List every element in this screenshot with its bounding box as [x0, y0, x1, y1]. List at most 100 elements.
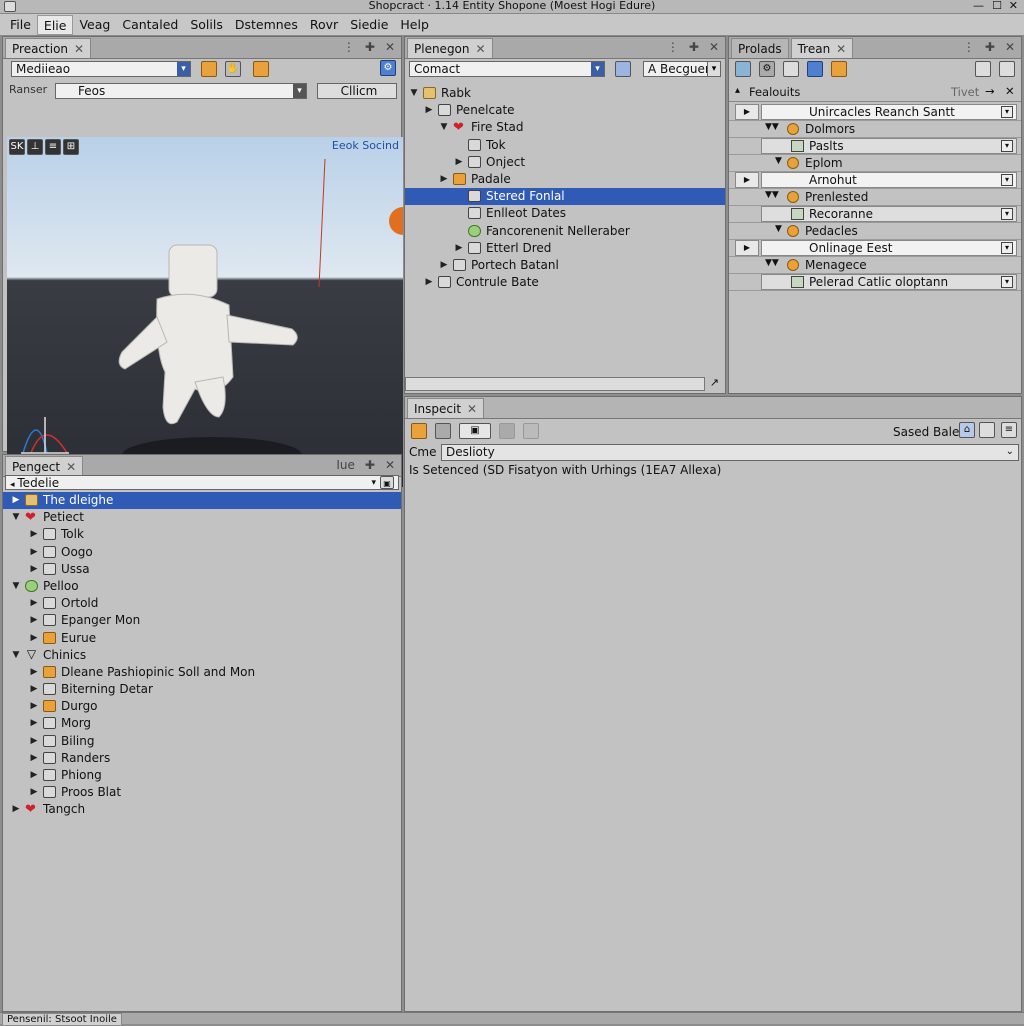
dropdown-icon[interactable]: ▾	[1001, 208, 1013, 220]
panel-menu-icon[interactable]: ⋮	[963, 40, 975, 54]
menu-file[interactable]: File	[4, 15, 37, 35]
chevron-down-icon[interactable]: ▼▼	[765, 190, 779, 200]
home-icon[interactable]: ⌂	[959, 422, 975, 438]
arrow-icon[interactable]: →	[985, 84, 995, 98]
property-row[interactable]: Paslts ▾	[729, 138, 1021, 155]
chevron-right-icon[interactable]: ▶	[439, 257, 449, 274]
chevron-right-icon[interactable]: ▶	[29, 526, 39, 543]
tree-row[interactable]: ▶ Ussa	[3, 561, 401, 578]
panel-close-icon[interactable]: ✕	[709, 40, 719, 54]
scene-search-input[interactable]: Mediieao ▾	[11, 61, 191, 77]
tab-plenegon[interactable]: Plenegon ✕	[407, 38, 493, 58]
tree-row[interactable]: ▼ ▽ Chinics	[3, 647, 401, 664]
chevron-right-icon[interactable]: ▶	[29, 681, 39, 698]
gear-icon[interactable]: ⚙	[759, 61, 775, 77]
dropdown-icon[interactable]: ▾	[1001, 276, 1013, 288]
dropdown-icon[interactable]: ▾	[1001, 106, 1013, 118]
sort-select[interactable]: A Becguene ▾	[643, 61, 721, 77]
tree-row[interactable]: ▶ ❤ Tangch	[3, 801, 401, 818]
menu-cantaled[interactable]: Cantaled	[116, 15, 184, 35]
menu-rovr[interactable]: Rovr	[304, 15, 344, 35]
tab-prolads[interactable]: Prolads	[731, 38, 789, 58]
chevron-down-icon[interactable]: ▼	[11, 647, 21, 664]
axis-gizmo[interactable]	[21, 417, 69, 454]
tree-row[interactable]: ▶ Phiong	[3, 767, 401, 784]
orange-sphere[interactable]	[389, 207, 403, 235]
tree-row[interactable]: ▶ Contrule Bate	[405, 274, 725, 291]
tree-row[interactable]: ▶ Padale	[405, 171, 725, 188]
tree-row[interactable]: ▶ Dleane Pashiopinic Soll and Mon	[3, 664, 401, 681]
camera-icon[interactable]	[975, 61, 991, 77]
tab-pengect[interactable]: Pengect ✕	[5, 456, 84, 476]
grid-icon[interactable]	[735, 61, 751, 77]
tree-row[interactable]: ▶ Epanger Mon	[3, 612, 401, 629]
tree-row[interactable]: ▶ Etterl Dred	[405, 240, 725, 257]
page-icon[interactable]	[523, 423, 539, 439]
property-row[interactable]: ▼▼ Dolmors	[729, 121, 1021, 138]
tab-trean[interactable]: Trean ✕	[790, 38, 854, 58]
chevron-right-icon[interactable]: ▶	[424, 102, 434, 119]
paint-icon[interactable]	[253, 61, 269, 77]
tab-close-icon[interactable]: ✕	[66, 458, 76, 476]
property-row[interactable]: Pelerad Catlic oloptann ▾	[729, 274, 1021, 291]
property-row[interactable]: ▶ Onlinage Eest ▾	[729, 240, 1021, 257]
chevron-right-icon[interactable]: ▶	[29, 544, 39, 561]
tree-row[interactable]: ▶ Biling	[3, 733, 401, 750]
chevron-down-icon[interactable]: ▼▼	[765, 122, 779, 132]
chevron-right-icon[interactable]: ▶	[29, 733, 39, 750]
tab-preaction[interactable]: Preaction ✕	[5, 38, 92, 58]
chevron-down-icon[interactable]: ▼	[409, 85, 419, 102]
tree-row[interactable]: ▶ Randers	[3, 750, 401, 767]
close-icon[interactable]: ✕	[1009, 0, 1018, 12]
dropdown-icon[interactable]: ▾	[1001, 242, 1013, 254]
property-row[interactable]: ▼▼ Menagece	[729, 257, 1021, 274]
dice-icon[interactable]	[831, 61, 847, 77]
pin-icon[interactable]: ✚	[689, 40, 699, 54]
chevron-right-icon[interactable]: ▶	[29, 561, 39, 578]
tree-row[interactable]: ▼ ❤ Petiect	[3, 509, 401, 526]
chevron-right-icon[interactable]: ▶	[11, 801, 21, 818]
tree-row[interactable]: ▶ Ortold	[3, 595, 401, 612]
chevron-right-icon[interactable]: ▶	[29, 630, 39, 647]
chevron-right-icon[interactable]: ▶	[29, 784, 39, 801]
menu-view[interactable]: Veag	[73, 15, 116, 35]
menu-help[interactable]: Help	[394, 15, 435, 35]
lock-icon[interactable]	[783, 61, 799, 77]
character-model[interactable]	[118, 244, 298, 425]
chevron-down-icon[interactable]: ▼	[775, 224, 782, 234]
chevron-right-icon[interactable]: ▶	[454, 154, 464, 171]
collapse-icon[interactable]: ▴	[735, 85, 740, 96]
resize-icon[interactable]: ↗	[710, 376, 719, 389]
property-row[interactable]: ▶ Arnohut ▾	[729, 172, 1021, 189]
tree-row[interactable]: ▶ Portech Batanl	[405, 257, 725, 274]
panel-menu-icon[interactable]: ⋮	[667, 40, 679, 54]
tab-inspect[interactable]: Inspecit ✕	[407, 398, 485, 418]
panel-menu-icon[interactable]: ⋮	[343, 40, 355, 54]
tree-row[interactable]: ▼ Pelloo	[3, 578, 401, 595]
tree-row[interactable]: ▶ Tolk	[3, 526, 401, 543]
tree-row[interactable]: Tok	[405, 137, 725, 154]
tree-row[interactable]: ▶ Penelcate	[405, 102, 725, 119]
save-icon[interactable]	[807, 61, 823, 77]
filter-icon[interactable]	[615, 61, 631, 77]
tree-row[interactable]: ▶ Onject	[405, 154, 725, 171]
menu-edit[interactable]: Elie	[36, 14, 74, 35]
chevron-right-icon[interactable]: ▶	[454, 240, 464, 257]
chevron-down-icon[interactable]: ⌄	[1006, 445, 1014, 459]
save-icon[interactable]: ▣	[380, 476, 394, 489]
chevron-down-icon[interactable]: ▼	[439, 119, 449, 136]
chevron-right-icon[interactable]: ▶	[735, 104, 759, 120]
horizontal-scrollbar[interactable]	[405, 377, 705, 391]
chevron-down-icon[interactable]: ▼▼	[765, 258, 779, 268]
tree-row[interactable]: ▼ ❤ Fire Stad	[405, 119, 725, 136]
panel-close-icon[interactable]: ✕	[1005, 40, 1015, 54]
tree-row[interactable]: Fancorenenit Nelleraber	[405, 223, 725, 240]
chevron-down-icon[interactable]: ▼	[11, 578, 21, 595]
dropdown-icon[interactable]: ▾	[371, 476, 376, 490]
tree-row[interactable]: ▶ Biterning Detar	[3, 681, 401, 698]
pin-icon[interactable]: ✚	[985, 40, 995, 54]
camera-icon[interactable]	[435, 423, 451, 439]
tree-row[interactable]: ▶ The dleighe	[3, 492, 401, 510]
property-row[interactable]: Recoranne ▾	[729, 206, 1021, 223]
tree-row[interactable]: Stered Fonlal	[405, 188, 725, 206]
